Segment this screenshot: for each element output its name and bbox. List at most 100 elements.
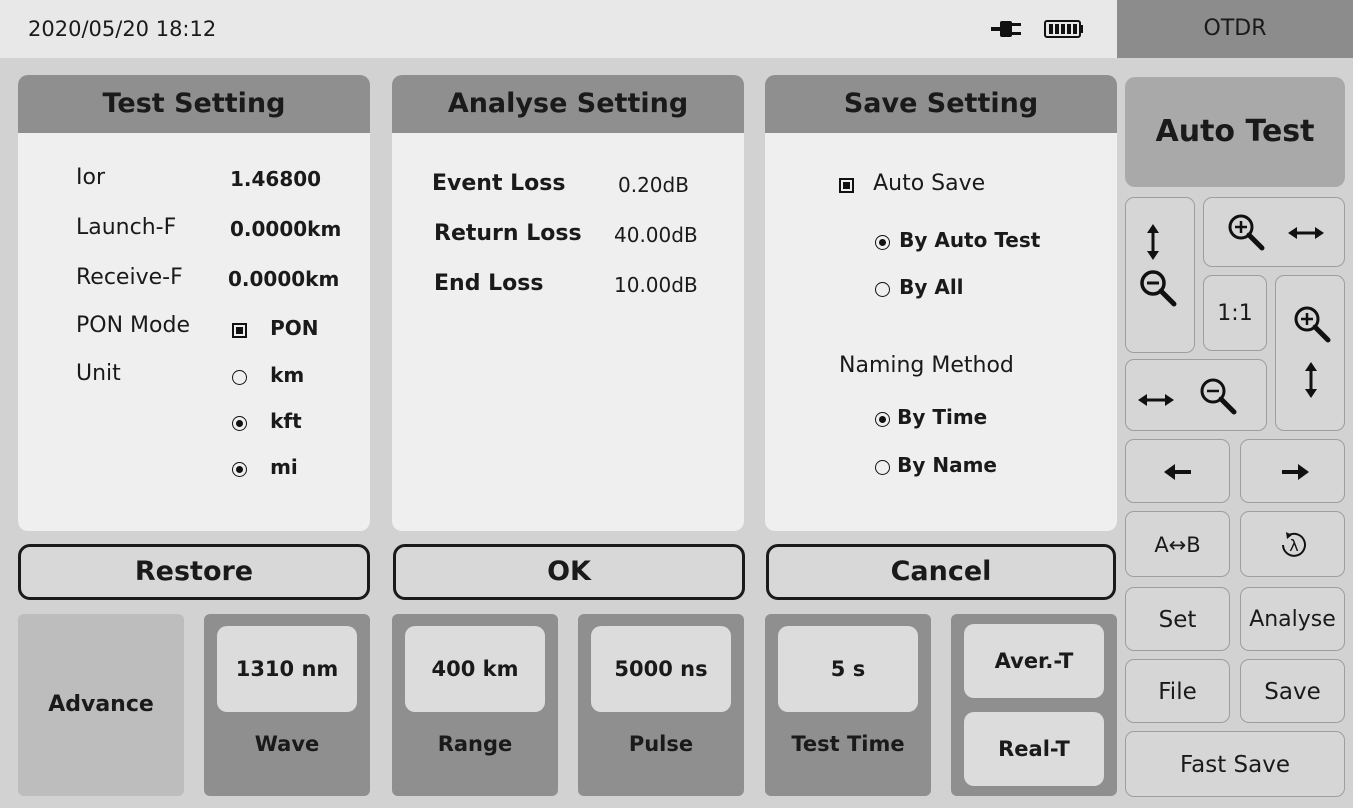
fast-save-button[interactable]: Fast Save: [1125, 731, 1345, 797]
launch-f-value[interactable]: 0.0000km: [230, 217, 341, 241]
event-loss-value[interactable]: 0.20dB: [618, 173, 689, 197]
vertical-zoom-in-button[interactable]: [1275, 275, 1345, 431]
zoom-out-icon: [1200, 378, 1237, 415]
end-loss-value[interactable]: 10.00dB: [614, 273, 698, 297]
checkbox-checked-icon: [839, 178, 854, 193]
return-loss-label: Return Loss: [434, 221, 582, 246]
analyse-setting-title: Analyse Setting: [392, 75, 744, 133]
test-time-group: 5 s Test Time: [765, 614, 931, 796]
wavelength-switch-button[interactable]: λ: [1240, 511, 1345, 577]
restore-button[interactable]: Restore: [18, 544, 370, 600]
pon-mode-value: PON: [270, 316, 319, 340]
option-label: By Time: [897, 405, 988, 429]
test-setting-panel: Test Setting Ior 1.46800 Launch-F 0.0000…: [18, 75, 370, 531]
unit-option-label: km: [270, 363, 305, 387]
analyse-setting-body: Event Loss 0.20dB Return Loss 40.00dB En…: [392, 133, 744, 531]
save-setting-panel: Save Setting Auto Save By Auto Test By A…: [765, 75, 1117, 531]
radio-selected-icon: [875, 235, 890, 250]
move-right-button[interactable]: [1240, 439, 1345, 503]
vertical-zoom-out-button[interactable]: [1125, 197, 1195, 353]
launch-f-label: Launch-F: [76, 215, 177, 240]
ratio-button[interactable]: 1:1: [1203, 275, 1267, 351]
auto-save-label: Auto Save: [873, 171, 986, 196]
analyse-button[interactable]: Analyse: [1240, 587, 1345, 651]
ior-value[interactable]: 1.46800: [230, 167, 321, 191]
naming-method-label: Naming Method: [839, 353, 1014, 378]
unit-option-label: mi: [270, 455, 298, 479]
radio-selected-icon: [232, 416, 247, 431]
horizontal-arrows-icon: [1288, 227, 1324, 239]
option-label: By Name: [897, 453, 997, 477]
pulse-label: Pulse: [628, 732, 694, 756]
file-button[interactable]: File: [1125, 659, 1230, 723]
return-loss-value[interactable]: 40.00dB: [614, 223, 698, 247]
set-button[interactable]: Set: [1125, 587, 1230, 651]
auto-save-option-by-auto-test[interactable]: By Auto Test: [875, 228, 1040, 252]
move-left-button[interactable]: [1125, 439, 1230, 503]
receive-f-label: Receive-F: [76, 265, 183, 290]
unit-option-label: kft: [270, 409, 302, 433]
range-label: Range: [437, 732, 513, 756]
test-setting-title: Test Setting: [18, 75, 370, 133]
cancel-button[interactable]: Cancel: [766, 544, 1116, 600]
horizontal-zoom-in-button[interactable]: [1203, 197, 1345, 267]
datetime: 2020/05/20 18:12: [28, 17, 217, 41]
naming-option-by-name[interactable]: By Name: [875, 453, 997, 477]
option-label: By All: [899, 275, 964, 299]
svg-text:λ: λ: [1289, 536, 1298, 555]
horizontal-arrows-icon: [1138, 394, 1174, 406]
naming-option-by-time[interactable]: By Time: [875, 405, 987, 429]
battery-icon: [1044, 20, 1083, 38]
pulse-button[interactable]: 5000 ns: [591, 626, 731, 712]
radio-selected-icon: [875, 412, 890, 427]
pulse-group: 5000 ns Pulse: [578, 614, 744, 796]
unit-label: Unit: [76, 361, 121, 386]
pon-mode-checkbox[interactable]: PON: [232, 316, 319, 340]
unit-option-km[interactable]: km: [232, 363, 304, 387]
radio-unselected-icon: [232, 370, 247, 385]
zoom-in-icon: [1228, 214, 1265, 251]
save-button[interactable]: Save: [1240, 659, 1345, 723]
wave-label: Wave: [254, 732, 320, 756]
auto-save-option-by-all[interactable]: By All: [875, 275, 964, 299]
event-loss-label: Event Loss: [432, 171, 566, 196]
zoom-out-icon: [1140, 270, 1177, 307]
otdr-screen: 2020/05/20 18:12 OTDR Test Setting Ior 1…: [0, 0, 1353, 808]
pon-mode-label: PON Mode: [76, 313, 190, 338]
range-group: 400 km Range: [392, 614, 558, 796]
radio-unselected-icon: [875, 282, 890, 297]
test-time-label: Test Time: [791, 732, 905, 756]
end-loss-label: End Loss: [434, 271, 544, 296]
unit-option-kft[interactable]: kft: [232, 409, 302, 433]
horizontal-zoom-out-button[interactable]: [1125, 359, 1267, 431]
vertical-arrows-icon: [1147, 224, 1159, 260]
range-button[interactable]: 400 km: [405, 626, 545, 712]
ior-label: Ior: [76, 165, 105, 190]
test-time-button[interactable]: 5 s: [778, 626, 918, 712]
auto-save-checkbox[interactable]: Auto Save: [839, 171, 985, 196]
real-time-test-button[interactable]: Real-T: [964, 712, 1104, 786]
wave-button[interactable]: 1310 nm: [217, 626, 357, 712]
ok-button[interactable]: OK: [393, 544, 745, 600]
option-label: By Auto Test: [899, 228, 1041, 252]
average-test-button[interactable]: Aver.-T: [964, 624, 1104, 698]
save-setting-body: Auto Save By Auto Test By All Naming Met…: [765, 133, 1117, 531]
save-setting-title: Save Setting: [765, 75, 1117, 133]
vertical-arrows-icon: [1305, 362, 1317, 398]
arrow-right-icon: [1282, 464, 1309, 480]
arrow-left-icon: [1164, 464, 1191, 480]
cursor-ab-button[interactable]: A↔B: [1125, 511, 1230, 577]
test-mode-group: Aver.-T Real-T: [951, 614, 1117, 796]
analyse-setting-panel: Analyse Setting Event Loss 0.20dB Return…: [392, 75, 744, 531]
advance-button[interactable]: Advance: [18, 614, 184, 796]
radio-unselected-icon: [875, 460, 890, 475]
radio-selected-icon: [232, 462, 247, 477]
checkbox-checked-icon: [232, 323, 247, 338]
unit-option-mi[interactable]: mi: [232, 455, 298, 479]
power-plug-icon: [991, 21, 1021, 37]
mode-label: OTDR: [1117, 0, 1353, 58]
test-setting-body: Ior 1.46800 Launch-F 0.0000km Receive-F …: [18, 133, 370, 531]
auto-test-button[interactable]: Auto Test: [1125, 77, 1345, 187]
receive-f-value[interactable]: 0.0000km: [228, 267, 339, 291]
wavelength-icon: λ: [1282, 532, 1306, 557]
